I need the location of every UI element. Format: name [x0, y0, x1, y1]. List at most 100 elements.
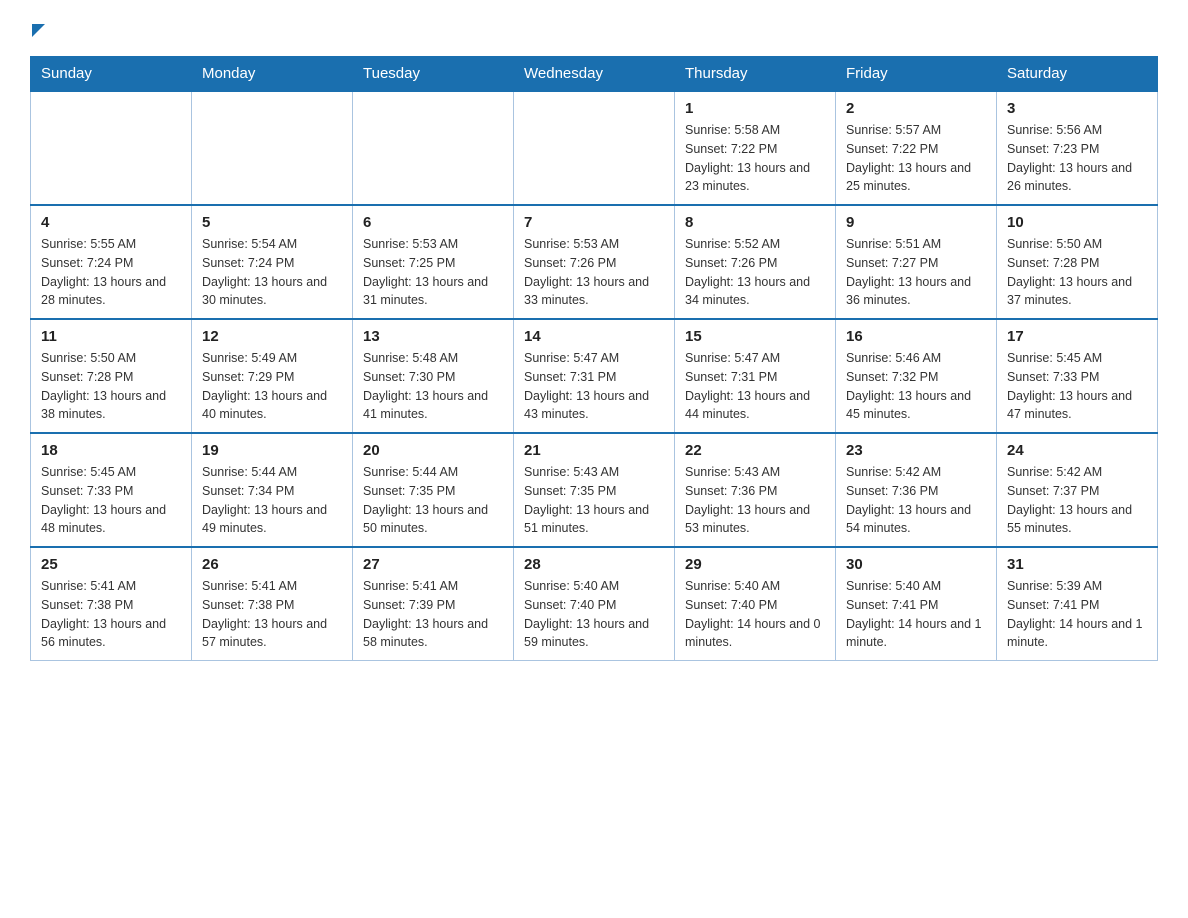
day-number: 27 — [363, 556, 503, 573]
page-header — [30, 20, 1158, 38]
day-number: 12 — [202, 328, 342, 345]
day-number: 31 — [1007, 556, 1147, 573]
day-header-tuesday: Tuesday — [353, 57, 514, 92]
calendar-cell: 19 Sunrise: 5:44 AMSunset: 7:34 PMDayligh… — [192, 433, 353, 547]
day-info: Sunrise: 5:48 AMSunset: 7:30 PMDaylight:… — [363, 349, 503, 424]
calendar-cell: 20Sunrise: 5:44 AMSunset: 7:35 PMDayligh… — [353, 433, 514, 547]
calendar-cell: 26 Sunrise: 5:41 AMSunset: 7:38 PMDayligh… — [192, 547, 353, 661]
day-info: Sunrise: 5:41 AMSunset: 7:38 PMDaylight:… — [202, 577, 342, 652]
day-info: Sunrise: 5:40 AMSunset: 7:40 PMDaylight:… — [685, 577, 825, 652]
calendar-cell: 25Sunrise: 5:41 AMSunset: 7:38 PMDayligh… — [31, 547, 192, 661]
day-info: Sunrise: 5:47 AMSunset: 7:31 PMDaylight:… — [685, 349, 825, 424]
calendar-cell: 4 Sunrise: 5:55 AMSunset: 7:24 PMDaylight… — [31, 205, 192, 319]
calendar-cell: 29 Sunrise: 5:40 AMSunset: 7:40 PMDayligh… — [675, 547, 836, 661]
calendar-cell — [514, 91, 675, 205]
day-number: 14 — [524, 328, 664, 345]
day-info: Sunrise: 5:45 AMSunset: 7:33 PMDaylight:… — [41, 463, 181, 538]
calendar-cell: 16 Sunrise: 5:46 AMSunset: 7:32 PMDayligh… — [836, 319, 997, 433]
day-info: Sunrise: 5:44 AMSunset: 7:34 PMDaylight:… — [202, 463, 342, 538]
day-info: Sunrise: 5:40 AMSunset: 7:40 PMDaylight:… — [524, 577, 664, 652]
calendar-week-row: 18Sunrise: 5:45 AMSunset: 7:33 PMDayligh… — [31, 433, 1158, 547]
calendar-cell: 23 Sunrise: 5:42 AMSunset: 7:36 PMDayligh… — [836, 433, 997, 547]
day-info: Sunrise: 5:46 AMSunset: 7:32 PMDaylight:… — [846, 349, 986, 424]
day-number: 16 — [846, 328, 986, 345]
day-number: 8 — [685, 214, 825, 231]
day-number: 24 — [1007, 442, 1147, 459]
calendar-table: SundayMondayTuesdayWednesdayThursdayFrid… — [30, 56, 1158, 661]
day-info: Sunrise: 5:40 AMSunset: 7:41 PMDaylight:… — [846, 577, 986, 652]
day-number: 22 — [685, 442, 825, 459]
calendar-cell: 21 Sunrise: 5:43 AMSunset: 7:35 PMDayligh… — [514, 433, 675, 547]
day-info: Sunrise: 5:57 AMSunset: 7:22 PMDaylight:… — [846, 121, 986, 196]
calendar-cell: 13 Sunrise: 5:48 AMSunset: 7:30 PMDayligh… — [353, 319, 514, 433]
calendar-cell: 24 Sunrise: 5:42 AMSunset: 7:37 PMDayligh… — [997, 433, 1158, 547]
day-header-saturday: Saturday — [997, 57, 1158, 92]
day-number: 3 — [1007, 100, 1147, 117]
day-info: Sunrise: 5:50 AMSunset: 7:28 PMDaylight:… — [41, 349, 181, 424]
day-number: 20 — [363, 442, 503, 459]
day-info: Sunrise: 5:53 AMSunset: 7:26 PMDaylight:… — [524, 235, 664, 310]
day-number: 2 — [846, 100, 986, 117]
calendar-cell: 14 Sunrise: 5:47 AMSunset: 7:31 PMDayligh… — [514, 319, 675, 433]
day-number: 10 — [1007, 214, 1147, 231]
day-header-friday: Friday — [836, 57, 997, 92]
calendar-week-row: 4 Sunrise: 5:55 AMSunset: 7:24 PMDaylight… — [31, 205, 1158, 319]
day-number: 30 — [846, 556, 986, 573]
calendar-cell: 6 Sunrise: 5:53 AMSunset: 7:25 PMDaylight… — [353, 205, 514, 319]
calendar-cell: 12 Sunrise: 5:49 AMSunset: 7:29 PMDayligh… — [192, 319, 353, 433]
day-info: Sunrise: 5:42 AMSunset: 7:36 PMDaylight:… — [846, 463, 986, 538]
day-info: Sunrise: 5:43 AMSunset: 7:36 PMDaylight:… — [685, 463, 825, 538]
day-info: Sunrise: 5:58 AMSunset: 7:22 PMDaylight:… — [685, 121, 825, 196]
day-info: Sunrise: 5:50 AMSunset: 7:28 PMDaylight:… — [1007, 235, 1147, 310]
day-header-thursday: Thursday — [675, 57, 836, 92]
day-number: 4 — [41, 214, 181, 231]
calendar-cell: 7 Sunrise: 5:53 AMSunset: 7:26 PMDaylight… — [514, 205, 675, 319]
calendar-cell: 3 Sunrise: 5:56 AMSunset: 7:23 PMDaylight… — [997, 91, 1158, 205]
calendar-cell: 27 Sunrise: 5:41 AMSunset: 7:39 PMDayligh… — [353, 547, 514, 661]
calendar-cell: 15Sunrise: 5:47 AMSunset: 7:31 PMDayligh… — [675, 319, 836, 433]
calendar-week-row: 11 Sunrise: 5:50 AMSunset: 7:28 PMDayligh… — [31, 319, 1158, 433]
day-number: 23 — [846, 442, 986, 459]
day-info: Sunrise: 5:43 AMSunset: 7:35 PMDaylight:… — [524, 463, 664, 538]
day-info: Sunrise: 5:41 AMSunset: 7:39 PMDaylight:… — [363, 577, 503, 652]
day-info: Sunrise: 5:42 AMSunset: 7:37 PMDaylight:… — [1007, 463, 1147, 538]
calendar-cell: 30 Sunrise: 5:40 AMSunset: 7:41 PMDayligh… — [836, 547, 997, 661]
calendar-cell: 11 Sunrise: 5:50 AMSunset: 7:28 PMDayligh… — [31, 319, 192, 433]
day-header-monday: Monday — [192, 57, 353, 92]
calendar-cell: 22 Sunrise: 5:43 AMSunset: 7:36 PMDayligh… — [675, 433, 836, 547]
day-info: Sunrise: 5:56 AMSunset: 7:23 PMDaylight:… — [1007, 121, 1147, 196]
day-number: 13 — [363, 328, 503, 345]
day-info: Sunrise: 5:55 AMSunset: 7:24 PMDaylight:… — [41, 235, 181, 310]
day-info: Sunrise: 5:52 AMSunset: 7:26 PMDaylight:… — [685, 235, 825, 310]
day-info: Sunrise: 5:51 AMSunset: 7:27 PMDaylight:… — [846, 235, 986, 310]
calendar-cell: 2 Sunrise: 5:57 AMSunset: 7:22 PMDaylight… — [836, 91, 997, 205]
day-number: 28 — [524, 556, 664, 573]
day-number: 5 — [202, 214, 342, 231]
calendar-header-row: SundayMondayTuesdayWednesdayThursdayFrid… — [31, 57, 1158, 92]
day-info: Sunrise: 5:53 AMSunset: 7:25 PMDaylight:… — [363, 235, 503, 310]
day-number: 6 — [363, 214, 503, 231]
day-info: Sunrise: 5:41 AMSunset: 7:38 PMDaylight:… — [41, 577, 181, 652]
day-number: 19 — [202, 442, 342, 459]
day-number: 26 — [202, 556, 342, 573]
day-info: Sunrise: 5:49 AMSunset: 7:29 PMDaylight:… — [202, 349, 342, 424]
day-number: 29 — [685, 556, 825, 573]
calendar-cell — [31, 91, 192, 205]
day-number: 21 — [524, 442, 664, 459]
day-number: 7 — [524, 214, 664, 231]
calendar-cell: 31 Sunrise: 5:39 AMSunset: 7:41 PMDayligh… — [997, 547, 1158, 661]
day-info: Sunrise: 5:54 AMSunset: 7:24 PMDaylight:… — [202, 235, 342, 310]
day-header-sunday: Sunday — [31, 57, 192, 92]
calendar-week-row: 25Sunrise: 5:41 AMSunset: 7:38 PMDayligh… — [31, 547, 1158, 661]
calendar-cell: 9 Sunrise: 5:51 AMSunset: 7:27 PMDaylight… — [836, 205, 997, 319]
calendar-cell: 18Sunrise: 5:45 AMSunset: 7:33 PMDayligh… — [31, 433, 192, 547]
day-info: Sunrise: 5:45 AMSunset: 7:33 PMDaylight:… — [1007, 349, 1147, 424]
day-info: Sunrise: 5:39 AMSunset: 7:41 PMDaylight:… — [1007, 577, 1147, 652]
day-info: Sunrise: 5:47 AMSunset: 7:31 PMDaylight:… — [524, 349, 664, 424]
day-number: 11 — [41, 328, 181, 345]
calendar-cell: 5 Sunrise: 5:54 AMSunset: 7:24 PMDaylight… — [192, 205, 353, 319]
day-number: 9 — [846, 214, 986, 231]
calendar-cell: 17 Sunrise: 5:45 AMSunset: 7:33 PMDayligh… — [997, 319, 1158, 433]
calendar-cell: 10 Sunrise: 5:50 AMSunset: 7:28 PMDayligh… — [997, 205, 1158, 319]
day-number: 17 — [1007, 328, 1147, 345]
